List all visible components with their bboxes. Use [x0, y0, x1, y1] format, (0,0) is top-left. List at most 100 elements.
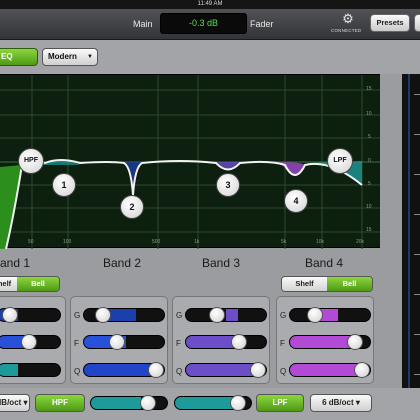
- y-tick: 10: [366, 111, 372, 117]
- meter-mark: [414, 134, 420, 135]
- band2-q-label: Q: [74, 367, 81, 376]
- band2-freq-label: F: [74, 339, 79, 348]
- hpf-slope-value: dB/oct: [0, 398, 22, 407]
- band3-freq-knob[interactable]: [231, 334, 247, 350]
- lpf-freq-knob[interactable]: [230, 395, 246, 411]
- eq-mode-value: Modern: [48, 52, 77, 61]
- hpf-freq-slider[interactable]: [90, 396, 168, 410]
- meter-mark: [414, 254, 420, 255]
- band2-gain-knob[interactable]: [95, 307, 111, 323]
- eq-graph-svg: [0, 75, 380, 250]
- y-tick: 5: [368, 134, 371, 140]
- y-tick: 10: [366, 204, 372, 210]
- right-gap: [380, 74, 402, 420]
- lpf-freq-fill: [175, 397, 233, 409]
- x-tick: 50: [28, 239, 34, 245]
- band1-panel: [0, 296, 66, 384]
- eq-toggle-button[interactable]: EQ: [0, 48, 38, 66]
- band4-shelf-button[interactable]: Shelf: [282, 277, 327, 291]
- band4-title: Band 4: [305, 256, 344, 270]
- x-tick: 1k: [194, 239, 200, 245]
- band4-freq-knob[interactable]: [347, 334, 363, 350]
- band4-q-label: Q: [280, 367, 287, 376]
- hpf-fill: [0, 165, 22, 249]
- status-bar: 11:49 AM: [0, 0, 420, 9]
- hpf-freq-knob[interactable]: [140, 395, 156, 411]
- main-label: Main: [133, 19, 153, 29]
- y-tick: 5: [368, 181, 371, 187]
- hpf-slope-select[interactable]: dB/oct ▾: [0, 394, 30, 412]
- meter-line: [408, 74, 410, 420]
- chevron-down-icon: ▼: [87, 54, 93, 60]
- band3-freq-label: F: [176, 339, 181, 348]
- band4-panel: G F Q: [276, 296, 374, 384]
- connected-status: CONNECTED: [331, 28, 362, 33]
- band1-shelf-button[interactable]: Shelf: [0, 277, 17, 291]
- gear-icon[interactable]: ⚙: [341, 12, 355, 26]
- band2-gain-label: G: [74, 311, 81, 320]
- band1-gain-knob[interactable]: [2, 307, 18, 323]
- y-tick: 15: [366, 227, 372, 233]
- fader-label: Fader: [250, 19, 274, 29]
- band3-gain-label: G: [176, 311, 183, 320]
- meter-mark: [414, 374, 420, 375]
- band1-freq-knob[interactable]: [21, 334, 37, 350]
- band3-panel: G F Q: [172, 296, 270, 384]
- band4-gain-knob[interactable]: [307, 307, 323, 323]
- band4-freq-label: F: [280, 339, 285, 348]
- lpf-slope-value: 6 dB/oct: [322, 398, 354, 407]
- meter-mark: [414, 214, 420, 215]
- hpf-node[interactable]: HPF: [18, 148, 44, 174]
- x-tick: 100: [63, 239, 72, 245]
- x-tick: 500: [152, 239, 161, 245]
- y-tick: 15: [366, 86, 372, 92]
- x-tick: 10k: [316, 239, 325, 245]
- band4-gain-label: G: [280, 311, 287, 320]
- band3-node[interactable]: 3: [216, 173, 240, 197]
- status-time: 11:49 AM: [197, 1, 223, 7]
- meter-mark: [414, 334, 420, 335]
- main-level-readout[interactable]: -0.3 dB: [160, 13, 247, 34]
- lpf-slope-select[interactable]: 6 dB/oct ▾: [310, 394, 372, 412]
- band3-q-knob[interactable]: [250, 362, 266, 378]
- meter-mark: [414, 294, 420, 295]
- band3-freq-slider[interactable]: [185, 335, 267, 349]
- lpf-toggle-button[interactable]: LPF: [256, 394, 304, 412]
- band3-gain-fill: [226, 309, 238, 321]
- band3-gain-knob[interactable]: [209, 307, 225, 323]
- meter-mark: [414, 94, 420, 95]
- band1-shape-toggle: Shelf Bell: [0, 276, 60, 292]
- y-tick: 0: [368, 158, 371, 164]
- band4-gain-slider[interactable]: [289, 308, 371, 322]
- band3-title: Band 3: [202, 256, 241, 270]
- band4-q-knob[interactable]: [354, 362, 370, 378]
- meter-mark: [414, 174, 420, 175]
- band1-q-slider[interactable]: [0, 363, 61, 377]
- hpf-toggle-button[interactable]: HPF: [35, 394, 85, 412]
- band1-bell-button[interactable]: Bell: [17, 277, 59, 291]
- eq-mode-select[interactable]: Modern ▼: [42, 48, 98, 66]
- hpf-freq-fill: [91, 397, 141, 409]
- band4-bell-button[interactable]: Bell: [327, 277, 372, 291]
- band3-gain-slider[interactable]: [185, 308, 267, 322]
- next-button[interactable]: [414, 14, 420, 32]
- eq-controls-row: EQ Modern ▼: [0, 40, 420, 74]
- band2-panel: G F Q: [70, 296, 168, 384]
- band4-shape-toggle: Shelf Bell: [281, 276, 373, 292]
- band4-node[interactable]: 4: [284, 189, 308, 213]
- x-tick: 20k: [356, 239, 365, 245]
- lpf-node[interactable]: LPF: [327, 148, 353, 174]
- band1-q-fill: [0, 364, 18, 376]
- band1-title: Band 1: [0, 256, 31, 270]
- eq-graph[interactable]: 50 100 500 1k 5k 10k 20k 15 10 5 0 5 10 …: [0, 74, 380, 250]
- band2-node[interactable]: 2: [120, 195, 144, 219]
- band3-q-label: Q: [176, 367, 183, 376]
- bottom-bar: dB/oct ▾ HPF LPF 6 dB/oct ▾: [0, 388, 420, 420]
- meter-strip: [402, 74, 420, 420]
- band1-node[interactable]: 1: [52, 173, 76, 197]
- top-bar: Main -0.3 dB Fader ⚙ CONNECTED Presets: [0, 9, 420, 40]
- presets-button[interactable]: Presets: [370, 14, 410, 32]
- band2-freq-knob[interactable]: [109, 334, 125, 350]
- band2-q-knob[interactable]: [148, 362, 164, 378]
- x-tick: 5k: [281, 239, 287, 245]
